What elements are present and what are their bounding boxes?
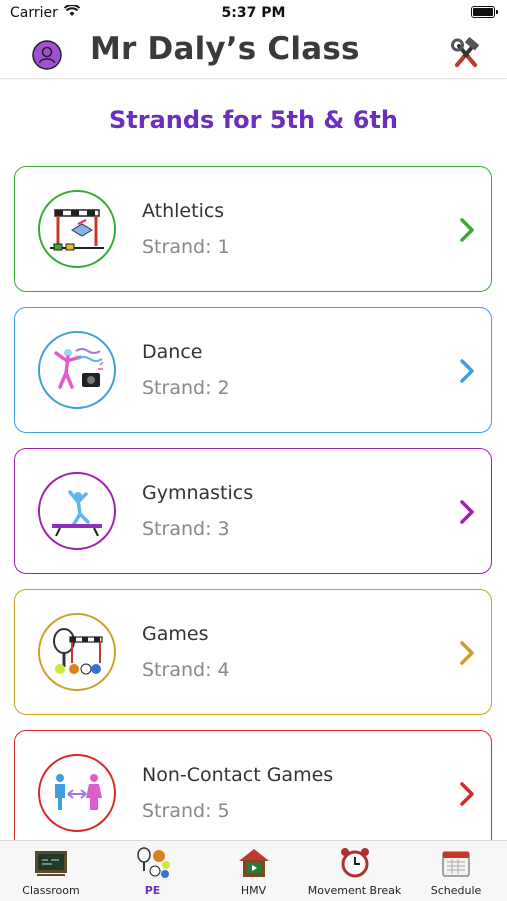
- gymnastics-icon: [38, 472, 116, 550]
- chevron-right-icon: [460, 218, 474, 242]
- strand-name: Dance: [142, 341, 203, 363]
- strand-number: Strand: 4: [142, 659, 230, 681]
- tab-label: Movement Break: [307, 884, 402, 897]
- athletics-hurdle-icon: [38, 190, 116, 268]
- tools-settings-icon[interactable]: [449, 37, 483, 71]
- tab-bar: Classroom PE HMV Movement Break Schedule: [0, 840, 507, 901]
- strand-card-dance[interactable]: Dance Strand: 2: [14, 307, 492, 433]
- tab-label: Classroom: [22, 884, 80, 897]
- battery-icon: [471, 6, 498, 18]
- non-contact-games-icon: [38, 754, 116, 832]
- page-title: Mr Daly’s Class: [90, 31, 360, 67]
- strand-number: Strand: 2: [142, 377, 230, 399]
- games-icon: [38, 613, 116, 691]
- strand-number: Strand: 3: [142, 518, 230, 540]
- strand-card-non-contact-games[interactable]: Non-Contact Games Strand: 5: [14, 730, 492, 856]
- profile-icon[interactable]: [32, 40, 62, 70]
- strand-name: Non-Contact Games: [142, 764, 334, 786]
- classroom-blackboard-icon: [35, 851, 67, 876]
- tab-label: HMV: [240, 884, 267, 897]
- strand-card-athletics[interactable]: Athletics Strand: 1: [14, 166, 492, 292]
- tab-label: Schedule: [430, 884, 482, 897]
- nav-header: Mr Daly’s Class: [0, 28, 507, 79]
- strand-name: Athletics: [142, 200, 225, 222]
- chevron-right-icon: [460, 782, 474, 806]
- alarm-clock-icon: [340, 848, 369, 878]
- calendar-icon: [442, 851, 470, 877]
- strand-number: Strand: 5: [142, 800, 230, 822]
- dance-icon: [38, 331, 116, 409]
- strand-name: Gymnastics: [142, 482, 254, 504]
- chevron-right-icon: [460, 641, 474, 665]
- strand-number: Strand: 1: [142, 236, 230, 258]
- strand-card-games[interactable]: Games Strand: 4: [14, 589, 492, 715]
- section-subtitle: Strands for 5th & 6th: [109, 106, 398, 134]
- chevron-right-icon: [460, 359, 474, 383]
- status-time: 5:37 PM: [221, 5, 286, 21]
- hmv-house-icon: [238, 849, 269, 877]
- status-bar: Carrier 5:37 PM: [0, 0, 507, 28]
- tab-movement-break[interactable]: Movement Break: [304, 841, 405, 901]
- pe-sports-balls-icon: [136, 847, 170, 878]
- strand-name: Games: [142, 623, 209, 645]
- strand-card-gymnastics[interactable]: Gymnastics Strand: 3: [14, 448, 492, 574]
- tab-classroom[interactable]: Classroom: [0, 841, 102, 901]
- chevron-right-icon: [460, 500, 474, 524]
- tab-label: PE: [144, 884, 161, 897]
- tab-schedule[interactable]: Schedule: [405, 841, 507, 901]
- tab-hmv[interactable]: HMV: [203, 841, 304, 901]
- tab-pe[interactable]: PE: [102, 841, 203, 901]
